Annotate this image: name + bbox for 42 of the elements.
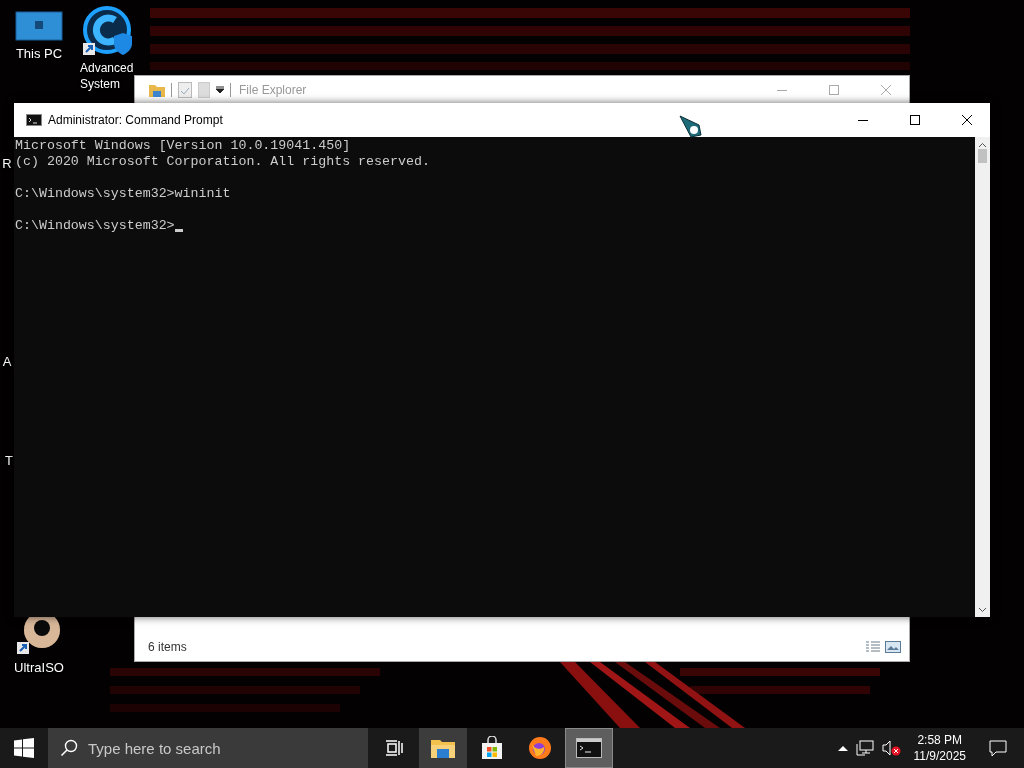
shopping-bag-icon — [481, 736, 503, 760]
taskbar-app-button[interactable] — [419, 728, 467, 768]
close-icon — [962, 115, 972, 125]
large-icons-view-icon[interactable] — [885, 641, 901, 653]
icon-label[interactable]: A — [2, 354, 12, 370]
search-field[interactable]: Type here to search — [48, 728, 368, 768]
monitor-icon — [15, 10, 63, 42]
taskbar-app-button[interactable] — [565, 728, 613, 768]
search-icon — [60, 739, 78, 757]
browser-icon — [528, 736, 552, 760]
window-title: File Explorer — [239, 82, 307, 97]
volume-muted-icon[interactable] — [881, 740, 902, 756]
icon-label[interactable]: This PC — [15, 46, 63, 62]
icon-label[interactable]: Advanced System — [80, 60, 134, 92]
maximize-icon — [829, 84, 839, 95]
icon-label[interactable]: R — [2, 156, 12, 172]
caret-up-icon[interactable] — [837, 745, 848, 751]
console-line: C:\Windows\system32> — [15, 218, 175, 234]
clock[interactable]: 2:58 PM 11/9/2025 — [909, 732, 970, 764]
task-view-icon — [385, 740, 403, 756]
console-line: Microsoft Windows [Version 10.0.19041.450] — [15, 138, 351, 154]
speech-bubble-icon — [989, 739, 1007, 757]
scroll-up-icon[interactable] — [978, 142, 987, 148]
console-icon — [576, 738, 602, 758]
status-text: 6 items — [148, 640, 187, 654]
scroll-thumb[interactable] — [978, 149, 987, 163]
scroll-down-icon[interactable] — [978, 607, 987, 613]
window-title: Administrator: Command Prompt — [48, 113, 223, 127]
folder-icon[interactable] — [149, 82, 165, 97]
console-icon — [26, 114, 42, 126]
close-icon — [881, 84, 891, 95]
app-logo-icon — [81, 6, 133, 56]
dropdown-icon[interactable] — [216, 85, 224, 94]
windows-icon — [14, 738, 34, 758]
icon-label[interactable]: UltraISO — [14, 660, 64, 676]
maximize-icon — [910, 115, 920, 125]
console-line: (c) 2020 Microsoft Corporation. All rights reserved. — [15, 154, 430, 170]
console-line: C:\Windows\system32>wininit — [15, 186, 231, 202]
folder-icon — [431, 738, 455, 758]
network-icon[interactable] — [855, 740, 874, 756]
icon-label[interactable]: T — [5, 453, 13, 469]
scrollbar[interactable] — [975, 137, 990, 617]
